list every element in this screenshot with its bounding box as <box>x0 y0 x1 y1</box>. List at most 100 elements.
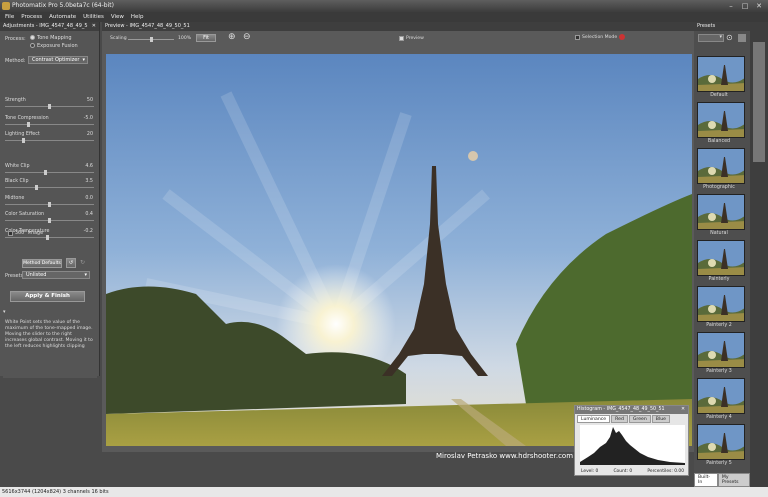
slider-knob[interactable] <box>48 202 51 207</box>
close-icon[interactable]: ✕ <box>681 406 685 414</box>
app-icon <box>2 2 10 10</box>
settings-icon[interactable]: ⊙ <box>726 33 733 42</box>
undo-button[interactable]: ↺ <box>66 258 76 268</box>
menu-automate[interactable]: Automate <box>49 12 76 22</box>
slider-knob[interactable] <box>22 138 25 143</box>
close-icon[interactable]: ✕ <box>92 22 96 31</box>
scaling-label: Scaling <box>110 36 127 41</box>
preset-preview-image <box>698 103 744 137</box>
preset-label: Painterly 5 <box>706 461 732 466</box>
apply-finish-button[interactable]: Apply & Finish <box>10 291 85 302</box>
slider-label: Color Saturation <box>5 212 45 217</box>
radio-exposure-fusion[interactable]: Exposure Fusion <box>30 43 78 49</box>
slider-knob[interactable] <box>46 235 49 240</box>
selection-mode-label: Selection Mode <box>582 35 618 40</box>
preset-thumbnail[interactable] <box>697 102 745 138</box>
fit-button[interactable]: Fit <box>196 34 216 42</box>
presets-view-dropdown[interactable]: ▾ <box>698 34 724 42</box>
preset-label: Default <box>710 93 728 98</box>
slider-knob[interactable] <box>27 122 30 127</box>
scaling-slider[interactable] <box>128 37 174 42</box>
preset-preview-image <box>698 57 744 91</box>
menu-process[interactable]: Process <box>21 12 42 22</box>
preset-thumbnail[interactable] <box>697 378 745 414</box>
slider-knob[interactable] <box>35 185 38 190</box>
slider-track[interactable] <box>5 122 94 127</box>
preset-label: Painterly <box>708 277 730 282</box>
histogram-count: Count: 0 <box>613 469 633 474</box>
redo-button[interactable]: ↻ <box>80 259 85 266</box>
preset-label: Painterly 3 <box>706 369 732 374</box>
presets-header: Presets <box>694 22 750 31</box>
preset-thumbnail[interactable] <box>697 148 745 184</box>
slider-track[interactable] <box>5 104 94 109</box>
presets-dropdown[interactable]: Unlisted ▾ <box>22 271 90 279</box>
slider-track[interactable] <box>5 218 94 223</box>
help-info-text: White Point sets the value of the maximu… <box>3 318 97 378</box>
chevron-down-icon: ▾ <box>82 57 85 63</box>
histogram-percentiles: Percentiles: 0.00 <box>647 469 684 474</box>
menu-bar: File Process Automate Utilities View Hel… <box>0 12 768 22</box>
status-bar: 5616x3744 (1204x824) 3 channels 16 bits <box>0 487 768 497</box>
slider-track[interactable] <box>5 235 94 240</box>
close-button[interactable]: ✕ <box>754 2 764 10</box>
scrollbar-thumb[interactable] <box>753 42 765 162</box>
luminance-histogram-graph <box>580 425 685 465</box>
redo-icon: ↻ <box>80 259 86 266</box>
slider-track[interactable] <box>5 202 94 207</box>
maximize-button[interactable]: □ <box>740 2 750 10</box>
menu-view[interactable]: View <box>111 12 124 22</box>
preset-thumbnail[interactable] <box>697 424 745 460</box>
presets-scrollbar[interactable] <box>750 22 768 487</box>
slider-track[interactable] <box>5 138 94 143</box>
preset-preview-image <box>698 333 744 367</box>
360-image-checkbox[interactable] <box>8 231 13 236</box>
slider-track[interactable] <box>5 185 94 190</box>
tab-green[interactable]: Green <box>628 415 651 423</box>
slider-value: -5.0 <box>83 116 93 121</box>
method-defaults-button[interactable]: Method Defaults <box>22 259 62 268</box>
tab-blue[interactable]: Blue <box>651 415 670 423</box>
preview-checkbox[interactable] <box>399 36 404 41</box>
preset-thumbnail[interactable] <box>697 286 745 322</box>
zoom-in-icon[interactable]: ⊕ <box>228 32 236 42</box>
save-preset-icon[interactable] <box>738 34 746 42</box>
preset-label: Painterly 2 <box>706 323 732 328</box>
minimize-button[interactable]: – <box>726 2 736 10</box>
menu-help[interactable]: Help <box>131 12 144 22</box>
preset-preview-image <box>698 425 744 459</box>
scaling-value: 100% <box>178 36 192 41</box>
method-dropdown[interactable]: Contrast Optimizer ▾ <box>28 56 88 64</box>
histogram-level: Level: 0 <box>581 469 599 474</box>
preset-preview-image <box>698 241 744 275</box>
preview-image[interactable] <box>106 54 692 446</box>
slider-label: Lighting Effect <box>5 132 40 137</box>
preset-thumbnail[interactable] <box>697 56 745 92</box>
presets-tabs: Built-In My Presets <box>694 473 750 487</box>
slider-label: White Clip <box>5 164 30 169</box>
histogram-header: Histogram - IMG_4547_48_49_50_51 ✕ <box>575 406 688 414</box>
preset-thumbnail[interactable] <box>697 194 745 230</box>
preset-label: Natural <box>710 231 728 236</box>
tab-red[interactable]: Red <box>611 415 628 423</box>
slider-track[interactable] <box>5 170 94 175</box>
radio-tone-mapping[interactable]: Tone Mapping <box>30 35 72 41</box>
eiffel-tower-photo <box>106 54 692 446</box>
slider-knob[interactable] <box>44 170 47 175</box>
slider-knob[interactable] <box>150 37 153 42</box>
window-title: Photomatix Pro 5.0beta7c (64-bit) <box>12 2 114 9</box>
menu-file[interactable]: File <box>5 12 14 22</box>
menu-utilities[interactable]: Utilities <box>83 12 104 22</box>
expand-arrow-icon[interactable]: ▾ <box>3 309 6 315</box>
slider-knob[interactable] <box>48 218 51 223</box>
preset-label: Photographic <box>703 185 735 190</box>
slider-knob[interactable] <box>48 104 51 109</box>
zoom-out-icon[interactable]: ⊖ <box>243 32 251 42</box>
tab-luminance[interactable]: Luminance <box>577 415 611 423</box>
preset-thumbnail[interactable] <box>697 240 745 276</box>
tab-built-in[interactable]: Built-In <box>694 473 718 487</box>
preset-thumbnail[interactable] <box>697 332 745 368</box>
tab-my-presets[interactable]: My Presets <box>717 473 750 487</box>
selection-mode-checkbox[interactable] <box>575 35 580 40</box>
preset-preview-image <box>698 379 744 413</box>
